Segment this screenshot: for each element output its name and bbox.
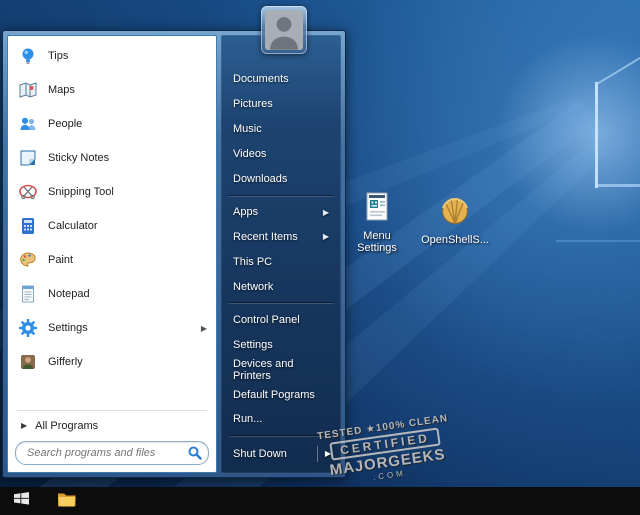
menu-item-label: Gifferly (48, 356, 83, 368)
start-right-label: Music (233, 123, 262, 135)
start-right-apps[interactable]: Apps ▶ (221, 200, 341, 225)
start-right-settings[interactable]: Settings (221, 332, 341, 357)
start-right-label: Downloads (233, 173, 287, 185)
start-right-this-pc[interactable]: This PC (221, 249, 341, 274)
menu-item-label: Tips (48, 50, 68, 62)
start-right-label: This PC (233, 256, 272, 268)
all-programs-label: All Programs (35, 420, 98, 432)
search-icon[interactable] (186, 444, 204, 462)
separator (229, 302, 333, 304)
gear-icon (17, 317, 39, 339)
menu-item-paint[interactable]: Paint (11, 243, 213, 277)
calculator-icon (17, 215, 39, 237)
notepad-icon (17, 283, 39, 305)
start-right-label: Recent Items (233, 231, 298, 243)
file-explorer-button[interactable] (48, 487, 86, 515)
shutdown-label: Shut Down (233, 448, 287, 460)
scissors-icon (17, 181, 39, 203)
start-menu: Tips Maps People (2, 30, 346, 478)
start-right-videos[interactable]: Videos (221, 142, 341, 167)
start-right-label: Network (233, 281, 273, 293)
menu-item-settings[interactable]: Settings ▶ (11, 311, 213, 345)
menu-item-label: Sticky Notes (48, 152, 109, 164)
menu-item-label: Notepad (48, 288, 90, 300)
people-icon (17, 113, 39, 135)
map-icon (17, 79, 39, 101)
lightbulb-icon (17, 45, 39, 67)
start-right-recent-items[interactable]: Recent Items ▶ (221, 225, 341, 250)
menu-item-label: Calculator (48, 220, 98, 232)
separator (229, 195, 333, 197)
menu-item-snipping-tool[interactable]: Snipping Tool (11, 175, 213, 209)
start-right-network[interactable]: Network (221, 274, 341, 299)
start-menu-left-bottom: ▶ All Programs (11, 407, 213, 469)
desktop-icon-openshell[interactable]: OpenShellS... (418, 194, 492, 246)
start-right-label: Default Pograms (233, 389, 315, 401)
menu-item-calculator[interactable]: Calculator (11, 209, 213, 243)
start-right-label: Settings (233, 339, 273, 351)
user-photo-icon (17, 351, 39, 373)
taskbar (0, 487, 640, 515)
settings-file-icon (348, 190, 406, 227)
start-right-run[interactable]: Run... (221, 407, 341, 432)
all-programs-arrow-icon: ▶ (21, 421, 27, 430)
start-right-label: Run... (233, 413, 262, 425)
submenu-arrow-icon: ▶ (323, 208, 329, 217)
separator (17, 410, 207, 411)
start-right-downloads[interactable]: Downloads (221, 167, 341, 192)
start-button[interactable] (2, 487, 40, 515)
menu-item-label: People (48, 118, 82, 130)
start-right-control-panel[interactable]: Control Panel (221, 307, 341, 332)
menu-item-sticky-notes[interactable]: Sticky Notes (11, 141, 213, 175)
start-right-label: Pictures (233, 98, 273, 110)
shutdown-options-arrow-icon[interactable]: ▶ (317, 446, 331, 462)
user-silhouette-icon (265, 10, 303, 50)
desktop-icon-menu-settings[interactable]: Menu Settings (348, 190, 406, 254)
menu-item-maps[interactable]: Maps (11, 73, 213, 107)
start-menu-shutdown-area: Shut Down ▶ (221, 432, 341, 467)
start-menu-right-panel: Documents Pictures Music Videos Download… (221, 35, 341, 473)
start-right-music[interactable]: Music (221, 117, 341, 142)
start-right-label: Videos (233, 148, 266, 160)
menu-item-tips[interactable]: Tips (11, 39, 213, 73)
desktop-icon-label: OpenShellS... (421, 234, 489, 246)
start-right-label: Devices and Printers (233, 358, 329, 382)
shutdown-button[interactable]: Shut Down ▶ (221, 440, 341, 467)
user-avatar[interactable] (261, 6, 307, 54)
shell-icon (418, 194, 492, 231)
menu-item-label: Paint (48, 254, 73, 266)
start-right-pictures[interactable]: Pictures (221, 92, 341, 117)
windows-logo-icon (13, 490, 30, 512)
search-input[interactable] (25, 446, 186, 460)
start-right-label: Control Panel (233, 314, 300, 326)
menu-item-label: Maps (48, 84, 75, 96)
desktop-icon-label: Menu Settings (357, 230, 397, 254)
start-right-documents[interactable]: Documents (221, 67, 341, 92)
start-right-label: Apps (233, 206, 258, 218)
sticky-note-icon (17, 147, 39, 169)
search-box (15, 441, 209, 465)
start-right-label: Documents (233, 73, 289, 85)
menu-item-label: Settings (48, 322, 88, 334)
start-right-devices-and-printers[interactable]: Devices and Printers (221, 357, 341, 382)
menu-item-gifferly[interactable]: Gifferly (11, 345, 213, 379)
submenu-arrow-icon: ▶ (323, 232, 329, 241)
menu-item-notepad[interactable]: Notepad (11, 277, 213, 311)
submenu-arrow-icon: ▶ (201, 324, 207, 333)
start-menu-left-panel: Tips Maps People (7, 35, 217, 473)
paint-palette-icon (17, 249, 39, 271)
menu-item-people[interactable]: People (11, 107, 213, 141)
separator (229, 435, 333, 437)
menu-item-label: Snipping Tool (48, 186, 114, 198)
all-programs-button[interactable]: ▶ All Programs (11, 413, 213, 438)
start-right-default-programs[interactable]: Default Pograms (221, 382, 341, 407)
folder-icon (57, 491, 77, 512)
